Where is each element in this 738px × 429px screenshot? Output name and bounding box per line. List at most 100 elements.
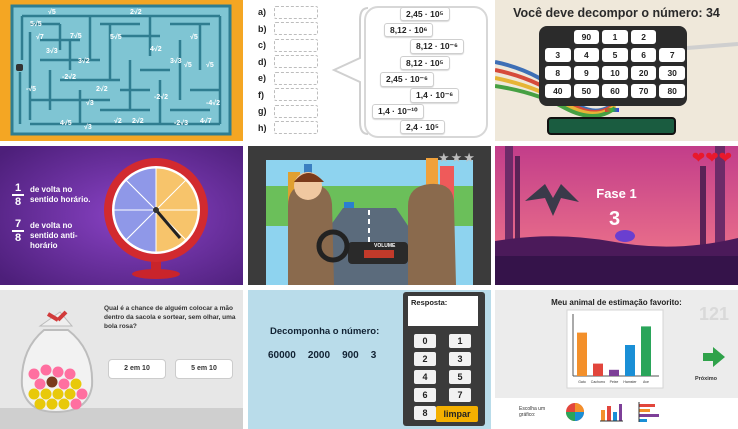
number-key[interactable]: 40	[545, 84, 571, 98]
clear-button[interactable]: limpar	[436, 406, 478, 422]
maze-label: 5√5	[110, 34, 122, 41]
maze-label: -2√2	[62, 74, 76, 81]
exercise-row: e)	[258, 70, 318, 87]
maze-label: √5	[206, 62, 214, 69]
driving-game-tile: VOLUME ★★★	[248, 146, 491, 285]
answer-drop-slot[interactable]	[274, 55, 318, 69]
option-2-em-10-button[interactable]: 2 em 10	[108, 359, 166, 379]
maze-label: 2√2	[130, 9, 142, 16]
number-key[interactable]: 10	[602, 66, 628, 80]
number-key[interactable]: 90	[573, 30, 600, 44]
ball	[64, 368, 76, 380]
number-part[interactable]: 3	[371, 350, 377, 361]
decompose-title: Você deve decompor o número: 34	[513, 6, 720, 20]
keypad-digit-key[interactable]: 5	[449, 370, 471, 384]
ball	[52, 366, 64, 378]
number-key[interactable]: 6	[630, 48, 657, 62]
number-key[interactable]: 80	[659, 84, 685, 98]
horizontal-bar-chart-option-icon[interactable]	[637, 402, 661, 422]
category-label: Peixe	[610, 380, 619, 384]
scientific-notation-exercise-tile: a) b) c) d) e) f) g) h) 2,45 · 10⁵ 8,12 · 10⁶ 8,1…	[248, 0, 491, 141]
keypad-digit-key[interactable]: 3	[449, 352, 471, 366]
keypad-digit-key[interactable]: 8	[414, 406, 436, 420]
fraction-two-label: de volta no sentido anti-horário	[30, 221, 78, 250]
keypad-digit-key[interactable]: 2	[414, 352, 436, 366]
notation-card[interactable]: 2,4 · 10⁵	[400, 120, 445, 135]
answer-drop-slot[interactable]	[274, 121, 318, 135]
next-label[interactable]: Próximo	[695, 376, 717, 382]
maze-label: -2√2	[154, 94, 168, 101]
keypad-digit-key[interactable]: 4	[414, 370, 436, 384]
notation-card[interactable]: 8,12 · 10⁻⁶	[410, 39, 464, 55]
maze-label: √3	[84, 124, 92, 131]
number-part[interactable]: 900	[342, 350, 359, 361]
number-key[interactable]: 20	[630, 66, 657, 80]
keypad-digit-key[interactable]: 0	[414, 334, 436, 348]
answer-drop-slot[interactable]	[274, 88, 318, 102]
bar-cachorro	[593, 363, 603, 376]
ball	[46, 398, 58, 410]
bat-game-tile: ❤❤❤ Fase 1 3	[495, 146, 738, 285]
next-arrow-icon[interactable]	[703, 347, 725, 367]
exercise-row: b)	[258, 21, 318, 38]
probability-question-tile: Qual é a chance de alguém colocar a mão …	[0, 290, 243, 429]
notation-card[interactable]: 1,4 · 10⁻¹⁰	[372, 104, 424, 120]
option-5-em-10-button[interactable]: 5 em 10	[175, 359, 233, 379]
number-key[interactable]: 5	[602, 48, 628, 62]
answer-drop-slot[interactable]	[274, 22, 318, 36]
ball	[70, 378, 82, 390]
notation-card[interactable]: 1,4 · 10⁻⁶	[410, 88, 460, 103]
stage-label: Fase 1	[596, 186, 637, 201]
number-key[interactable]: 50	[573, 84, 600, 98]
ball	[70, 398, 82, 410]
number-key[interactable]: 3	[545, 48, 571, 62]
pie-chart-option-icon[interactable]	[565, 402, 585, 422]
number-key[interactable]: 2	[630, 30, 657, 44]
exercise-row: d)	[258, 54, 318, 71]
number-part[interactable]: 2000	[308, 350, 330, 361]
answer-drop-slot[interactable]	[274, 5, 318, 19]
notation-card[interactable]: 8,12 · 10⁶	[384, 23, 434, 38]
choose-chart-label: Escolha um gráfico:	[519, 406, 546, 418]
exercise-letter: h)	[258, 122, 267, 133]
number-key[interactable]: 30	[659, 66, 685, 80]
number-key[interactable]: 7	[659, 48, 685, 62]
answer-drop-slot[interactable]	[274, 38, 318, 52]
maze-label: √3	[86, 100, 94, 107]
ball	[64, 388, 76, 400]
ball	[40, 364, 52, 376]
maze-player-marker[interactable]	[16, 64, 23, 71]
number-key[interactable]: 70	[630, 84, 657, 98]
keypad-digit-key[interactable]: 7	[449, 388, 471, 402]
notation-card[interactable]: 8,12 · 10⁵	[400, 55, 450, 70]
volume-label: VOLUME	[374, 243, 396, 249]
number-key[interactable]: 4	[573, 48, 600, 62]
ball	[58, 378, 70, 390]
bar-ave	[641, 326, 651, 376]
keypad-digit-key[interactable]: 6	[414, 388, 436, 402]
keypad-indicator	[605, 108, 619, 112]
bar-hamster	[625, 345, 635, 376]
exercise-row: f)	[258, 87, 318, 104]
ball	[76, 388, 88, 400]
decorative-number-watermark: 121	[699, 304, 730, 324]
maze-game-tile[interactable]: √5 5√5 2√2 3√3 √7 √5 7√5 3√2 5√5 4√2 -2√2 √5 2√2 -√5 3…	[0, 0, 243, 141]
number-key[interactable]: 1	[602, 30, 628, 44]
number-key[interactable]: 60	[602, 84, 628, 98]
answer-drop-slot[interactable]	[274, 104, 318, 118]
number-part[interactable]: 60000	[268, 350, 296, 361]
notation-card[interactable]: 2,45 · 10⁻⁶	[380, 71, 434, 87]
notation-card[interactable]: 2,45 · 10⁵	[400, 7, 450, 21]
exercise-letter: e)	[258, 73, 267, 84]
maze-label: 4√7	[200, 118, 212, 125]
keypad-digit-key[interactable]: 1	[449, 334, 471, 348]
exercise-letter: f)	[258, 89, 264, 100]
number-key[interactable]: 8	[545, 66, 571, 80]
bar-chart-option-icon[interactable]	[599, 402, 623, 422]
answer-drop-slot[interactable]	[274, 71, 318, 85]
maze-label: √5	[190, 34, 198, 41]
fraction-one-label: de volta no sentido horário.	[30, 185, 91, 204]
exercise-letter: d)	[258, 56, 267, 67]
number-key[interactable]: 9	[573, 66, 600, 80]
maze-label: √5	[48, 9, 56, 16]
